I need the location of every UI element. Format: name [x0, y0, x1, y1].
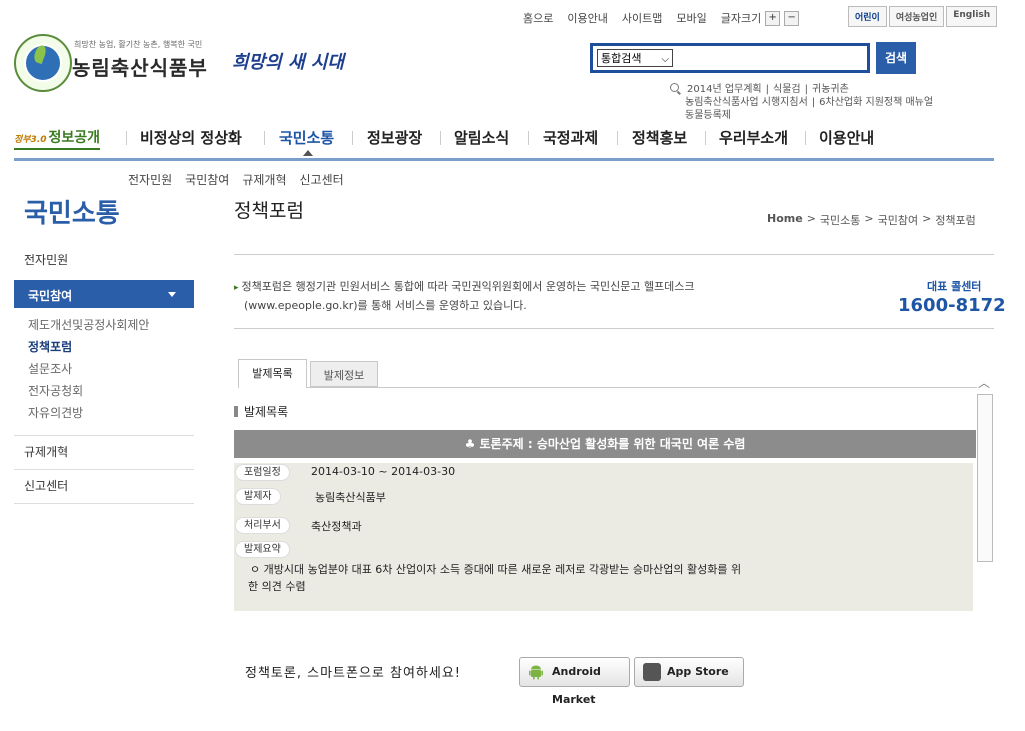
kids-site-link[interactable]: 어린이 [848, 6, 887, 27]
department: 축산정책과 [311, 520, 362, 533]
sub-nav: 전자민원 국민참여 규제개혁 신고센터 [128, 171, 344, 188]
scroll-up-icon[interactable]: ︿ [978, 374, 990, 391]
nav-divider [528, 131, 529, 145]
keyword-link[interactable]: 2014년 업무계획 [687, 83, 762, 96]
smartphone-promo-text: 정책토론, 스마트폰으로 참여하세요! [245, 666, 462, 681]
subnav-participation[interactable]: 국민참여 [185, 171, 229, 188]
language-links: 어린이 여성농업인 English [848, 6, 998, 27]
tab-topic-list[interactable]: 발제목록 [238, 359, 307, 388]
utility-nav: 홈으로 이용안내 사이트맵 모바일 글자크기 + − [523, 10, 800, 26]
sidebar-item-report[interactable]: 신고센터 [24, 477, 68, 494]
android-market-button[interactable]: Android Market [519, 657, 630, 706]
divider [14, 469, 194, 470]
nav-divider [352, 131, 353, 145]
popular-keywords: 2014년 업무계획 | 식물검 | 귀농귀촌 농림축산식품사업 시행지침서 | 6차… [670, 83, 933, 122]
apple-icon [643, 663, 661, 681]
field-label: 포럼일정 [236, 465, 289, 480]
breadcrumb-current[interactable]: 정책포럼 [935, 212, 975, 228]
divider [234, 254, 994, 255]
home-link[interactable]: 홈으로 [523, 10, 553, 26]
divider [14, 435, 194, 436]
tab-topic-info[interactable]: 발제정보 [310, 361, 378, 387]
field-label: 발제요약 [236, 542, 289, 557]
nav-normalization[interactable]: 비정상의 정상화 [140, 127, 242, 148]
search-icon [670, 83, 679, 92]
sidebar-sub-free-opinion[interactable]: 자유의견방 [28, 404, 83, 421]
keyword-link[interactable]: 6차산업화 지원정책 매뉴얼 [819, 96, 933, 109]
android-icon [529, 665, 543, 680]
nav-underline [14, 158, 994, 161]
sidebar-title: 국민소통 [24, 199, 120, 229]
sidebar-item-participation[interactable]: 국민참여 [14, 280, 194, 308]
sidebar-sub-survey[interactable]: 설문조사 [28, 360, 72, 377]
women-farmer-link[interactable]: 여성농업인 [888, 6, 945, 27]
intro-text: ▸ 정책포럼은 행정기관 민원서비스 통합에 따라 국민권익위원회에서 운영하는 … [234, 280, 695, 312]
nav-divider [264, 131, 265, 145]
sidebar-sub-e-hearing[interactable]: 전자공청회 [28, 382, 83, 399]
chevron-down-icon: ⌵ [661, 54, 669, 65]
nav-divider [705, 131, 706, 145]
sidebar-sub-proposal[interactable]: 제도개선및공정사회제안 [28, 316, 149, 333]
breadcrumb-home[interactable]: Home [767, 212, 803, 228]
ministry-emblem[interactable] [14, 34, 72, 92]
divider [234, 328, 994, 329]
section-title: 발제목록 [234, 403, 288, 420]
font-size-control: 글자크기 + − [720, 10, 800, 26]
sidebar-item-regulation[interactable]: 규제개혁 [24, 443, 68, 460]
nav-usage[interactable]: 이용안내 [819, 127, 874, 148]
search-scope-select[interactable]: 통합검색 ⌵ [597, 49, 673, 67]
slogan: 희망찬 농업, 활기찬 농촌, 행복한 국민 [74, 40, 203, 49]
nav-national-tasks[interactable]: 국정과제 [543, 127, 598, 148]
nav-divider [126, 131, 127, 145]
sidebar-item-e-civil[interactable]: 전자민원 [24, 251, 68, 268]
nav-divider [617, 131, 618, 145]
sidebar-sub-policy-forum[interactable]: 정책포럼 [28, 338, 72, 355]
page-title: 정책포럼 [234, 200, 304, 222]
call-center-label: 대표 콜센터 [927, 280, 982, 293]
nav-divider [440, 131, 441, 145]
keyword-link[interactable]: 동물등록제 [685, 109, 731, 122]
keyword-link[interactable]: 농림축산식품사업 시행지침서 [685, 96, 808, 109]
nav-news[interactable]: 알림소식 [454, 127, 509, 148]
active-nav-indicator [303, 150, 313, 156]
breadcrumb-item[interactable]: 국민소통 [820, 212, 860, 228]
ministry-logo-text[interactable]: 농림축산식품부 [72, 52, 208, 81]
subnav-report[interactable]: 신고센터 [300, 171, 344, 188]
breadcrumb-item[interactable]: 국민참여 [878, 212, 918, 228]
topic-summary: ㅇ 개방시대 농업분야 대표 6차 산업이자 소득 증대에 따른 새로운 레저로… [248, 563, 742, 593]
font-size-label: 글자크기 [720, 12, 762, 25]
search-button[interactable]: 검색 [876, 42, 916, 74]
search-input[interactable]: 통합검색 ⌵ [590, 43, 870, 73]
main-nav: 비정상의 정상화 국민소통 정보광장 알림소식 국정과제 정책홍보 우리부소개 … [14, 123, 994, 157]
divider [14, 503, 194, 504]
nav-divider [805, 131, 806, 145]
scrollbar[interactable] [977, 394, 993, 562]
bullet-arrow-icon: ▸ [234, 283, 239, 293]
call-center-number: 1600-8172 [898, 295, 1006, 316]
english-link[interactable]: English [946, 6, 998, 27]
tab-underline [307, 387, 977, 388]
hope-era-logo: 희망의 새 시대 [232, 52, 344, 73]
topic-header: ♣ 토론주제 : 승마산업 활성화를 위한 대국민 여론 수렴 [234, 430, 976, 458]
field-label: 발제자 [236, 489, 280, 504]
font-increase-button[interactable]: + [765, 10, 781, 26]
subnav-e-civil[interactable]: 전자민원 [128, 171, 172, 188]
breadcrumb: Home > 국민소통 > 국민참여 > 정책포럼 [767, 212, 976, 228]
nav-info-plaza[interactable]: 정보광장 [367, 127, 422, 148]
keyword-link[interactable]: 식물검 [773, 83, 801, 96]
nav-communication[interactable]: 국민소통 [279, 127, 334, 148]
nav-policy-promo[interactable]: 정책홍보 [632, 127, 687, 148]
sitemap-link[interactable]: 사이트맵 [622, 10, 662, 26]
forum-period: 2014-03-10 ~ 2014-03-30 [311, 465, 456, 478]
font-decrease-button[interactable]: − [784, 10, 800, 26]
mobile-link[interactable]: 모바일 [676, 10, 706, 26]
presenter: 농림축산식품부 [315, 491, 386, 504]
nav-about[interactable]: 우리부소개 [719, 127, 788, 148]
caret-down-icon [168, 292, 176, 297]
app-store-button[interactable]: App Store [634, 657, 744, 687]
usage-guide-link[interactable]: 이용안내 [567, 10, 607, 26]
keyword-link[interactable]: 귀농귀촌 [812, 83, 849, 96]
subnav-regulation[interactable]: 규제개혁 [242, 171, 286, 188]
field-label: 처리부서 [236, 518, 289, 533]
